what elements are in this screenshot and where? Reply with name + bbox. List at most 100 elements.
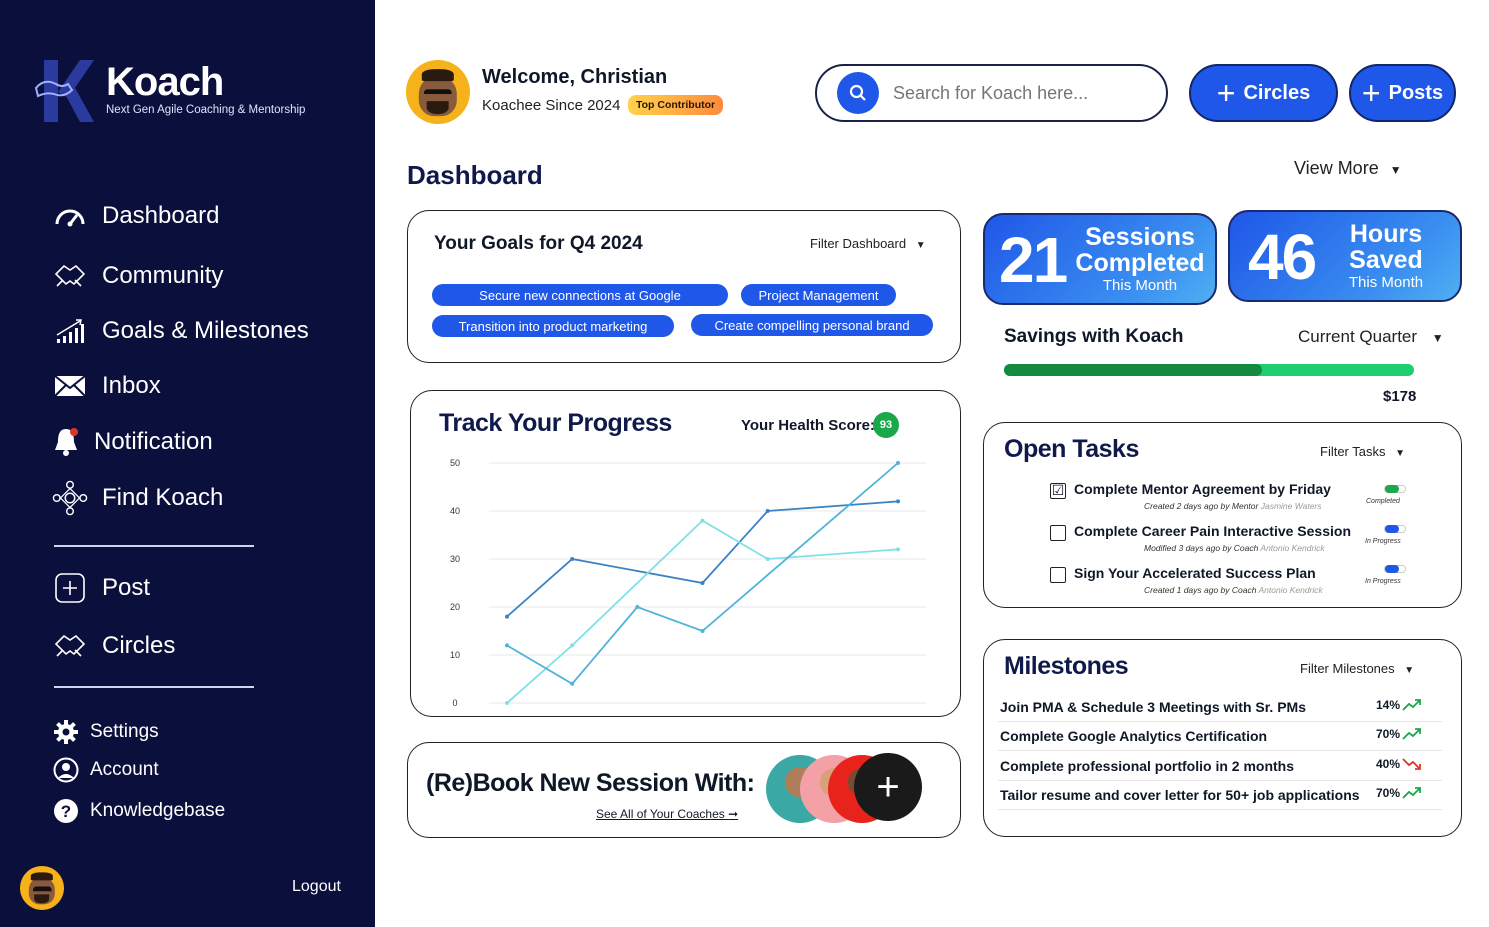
caret-down-icon: ▼ — [1395, 448, 1406, 459]
sidebar-item-find-koach[interactable]: Find Koach — [52, 480, 223, 516]
sidebar-item-dashboard[interactable]: Dashboard — [52, 200, 219, 232]
task-status-toggle[interactable] — [1384, 525, 1406, 533]
data-point[interactable] — [505, 614, 509, 619]
milestone-percent: 40% — [1375, 757, 1400, 771]
logout-button[interactable]: Logout — [292, 878, 341, 896]
y-tick-label: 30 — [450, 554, 460, 564]
sidebar-item-account[interactable]: Account — [52, 754, 159, 786]
task-checkbox[interactable] — [1050, 567, 1066, 583]
goal-chip[interactable]: Transition into product marketing — [432, 315, 674, 337]
hours-stat-card: 46 Hours Saved This Month — [1228, 210, 1462, 302]
task-status-toggle[interactable] — [1384, 565, 1406, 573]
task-meta: Created 2 days ago by Mentor Jasmine Wat… — [1144, 501, 1322, 511]
brand-logo[interactable]: Koach Next Gen Agile Coaching & Mentorsh… — [34, 58, 305, 124]
milestones-card: Milestones Filter Milestones ▼ Join PMA … — [983, 639, 1462, 837]
add-coach-button[interactable]: + — [854, 753, 922, 821]
data-point[interactable] — [635, 605, 640, 609]
savings-period-dropdown[interactable]: Current Quarter ▼ — [1298, 327, 1444, 347]
caret-down-icon: ▼ — [1431, 331, 1444, 345]
data-point[interactable] — [896, 547, 900, 552]
add-posts-button[interactable]: + Posts — [1349, 64, 1456, 122]
sidebar-item-label: Dashboard — [102, 202, 220, 229]
milestone-row[interactable]: Complete professional portfolio in 2 mon… — [998, 751, 1442, 781]
task-title[interactable]: Complete Career Pain Interactive Session — [1074, 523, 1351, 539]
y-tick-label: 10 — [450, 650, 460, 660]
handshake-icon — [52, 260, 88, 292]
sidebar-item-community[interactable]: Community — [52, 260, 223, 292]
data-point[interactable] — [700, 581, 705, 585]
add-circles-button[interactable]: + Circles — [1189, 64, 1338, 122]
view-more-dropdown[interactable]: View More ▼ — [1294, 158, 1402, 179]
sidebar-item-goals[interactable]: Goals & Milestones — [52, 315, 309, 347]
svg-text:?: ? — [61, 802, 71, 821]
sidebar-item-inbox[interactable]: Inbox — [52, 370, 161, 402]
milestone-row[interactable]: Tailor resume and cover letter for 50+ j… — [998, 780, 1442, 810]
search-bar[interactable] — [815, 64, 1168, 122]
help-circle-icon: ? — [52, 795, 80, 827]
status-badge: Top Contributor — [628, 95, 724, 115]
milestone-row[interactable]: Complete Google Analytics Certification … — [998, 721, 1442, 751]
task-checkbox[interactable]: ☑ — [1050, 483, 1066, 499]
trend-up-icon — [1402, 728, 1421, 740]
sidebar-item-knowledgebase[interactable]: ? Knowledgebase — [52, 795, 225, 827]
sidebar-item-notification[interactable]: Notification — [52, 426, 213, 458]
sidebar-item-label: Settings — [90, 721, 159, 742]
trend-up-icon — [1402, 787, 1421, 799]
caret-down-icon: ▼ — [1389, 163, 1402, 177]
rebook-card: (Re)Book New Session With: See All of Yo… — [407, 742, 961, 838]
data-point[interactable] — [700, 629, 705, 633]
data-point[interactable] — [700, 518, 705, 523]
sidebar: Koach Next Gen Agile Coaching & Mentorsh… — [0, 0, 375, 927]
data-point[interactable] — [765, 509, 770, 513]
data-point[interactable] — [765, 557, 770, 561]
caret-down-icon: ▼ — [915, 240, 926, 251]
task-meta: Modified 3 days ago by Coach Antonio Ken… — [1144, 543, 1325, 553]
sidebar-divider — [54, 686, 254, 688]
user-avatar[interactable] — [20, 866, 64, 910]
filter-milestones-dropdown[interactable]: Filter Milestones ▼ — [1300, 661, 1414, 676]
data-point[interactable] — [505, 643, 509, 648]
y-tick-label: 0 — [452, 698, 457, 708]
sidebar-item-settings[interactable]: Settings — [52, 716, 159, 748]
data-point[interactable] — [570, 681, 575, 686]
goal-chip[interactable]: Create compelling personal brand — [691, 314, 933, 336]
task-title[interactable]: Sign Your Accelerated Success Plan — [1074, 565, 1316, 581]
sidebar-item-label: Community — [102, 262, 224, 289]
data-point[interactable] — [570, 557, 575, 561]
filter-dashboard-dropdown[interactable]: Filter Dashboard ▼ — [810, 236, 926, 251]
goal-chip[interactable]: Secure new connections at Google — [432, 284, 728, 306]
stat-period: This Month — [1102, 277, 1178, 294]
avatar[interactable] — [406, 60, 470, 124]
caret-down-icon: ▼ — [1404, 665, 1415, 676]
filter-label: Filter Dashboard — [810, 236, 907, 251]
goal-chip[interactable]: Project Management — [741, 284, 896, 306]
trend-up-icon — [1402, 699, 1421, 711]
sidebar-item-post[interactable]: Post — [52, 572, 150, 604]
milestone-row[interactable]: Join PMA & Schedule 3 Meetings with Sr. … — [998, 692, 1442, 722]
data-point[interactable] — [896, 499, 900, 504]
task-title[interactable]: Complete Mentor Agreement by Friday — [1074, 481, 1331, 497]
data-point[interactable] — [570, 643, 575, 648]
milestone-percent: 14% — [1375, 698, 1400, 712]
filter-tasks-dropdown[interactable]: Filter Tasks ▼ — [1320, 444, 1405, 459]
trend-down-icon — [1402, 758, 1421, 770]
search-icon[interactable] — [837, 72, 879, 114]
progress-chart-card: Track Your Progress Your Health Score: 9… — [410, 390, 961, 717]
plus-icon: + — [1361, 75, 1381, 111]
sidebar-item-label: Knowledgebase — [90, 800, 226, 821]
data-point[interactable] — [505, 701, 509, 705]
data-point[interactable] — [896, 461, 900, 465]
brand-tagline: Next Gen Agile Coaching & Mentorship — [106, 104, 306, 116]
stat-label-bottom: Saved — [1349, 246, 1423, 274]
see-all-coaches-link[interactable]: See All of Your Coaches ➞ — [596, 807, 738, 821]
y-tick-label: 50 — [450, 458, 460, 468]
milestone-title: Tailor resume and cover letter for 50+ j… — [1000, 787, 1360, 803]
sidebar-item-circles[interactable]: Circles — [52, 630, 175, 662]
task-checkbox[interactable] — [1050, 525, 1066, 541]
task-status-toggle[interactable] — [1384, 485, 1406, 493]
stat-label-top: Sessions — [1085, 223, 1195, 251]
mail-icon — [52, 370, 88, 402]
button-label: Posts — [1388, 81, 1444, 104]
stat-label-bottom: Completed — [1075, 249, 1205, 277]
search-input[interactable] — [893, 82, 1153, 104]
